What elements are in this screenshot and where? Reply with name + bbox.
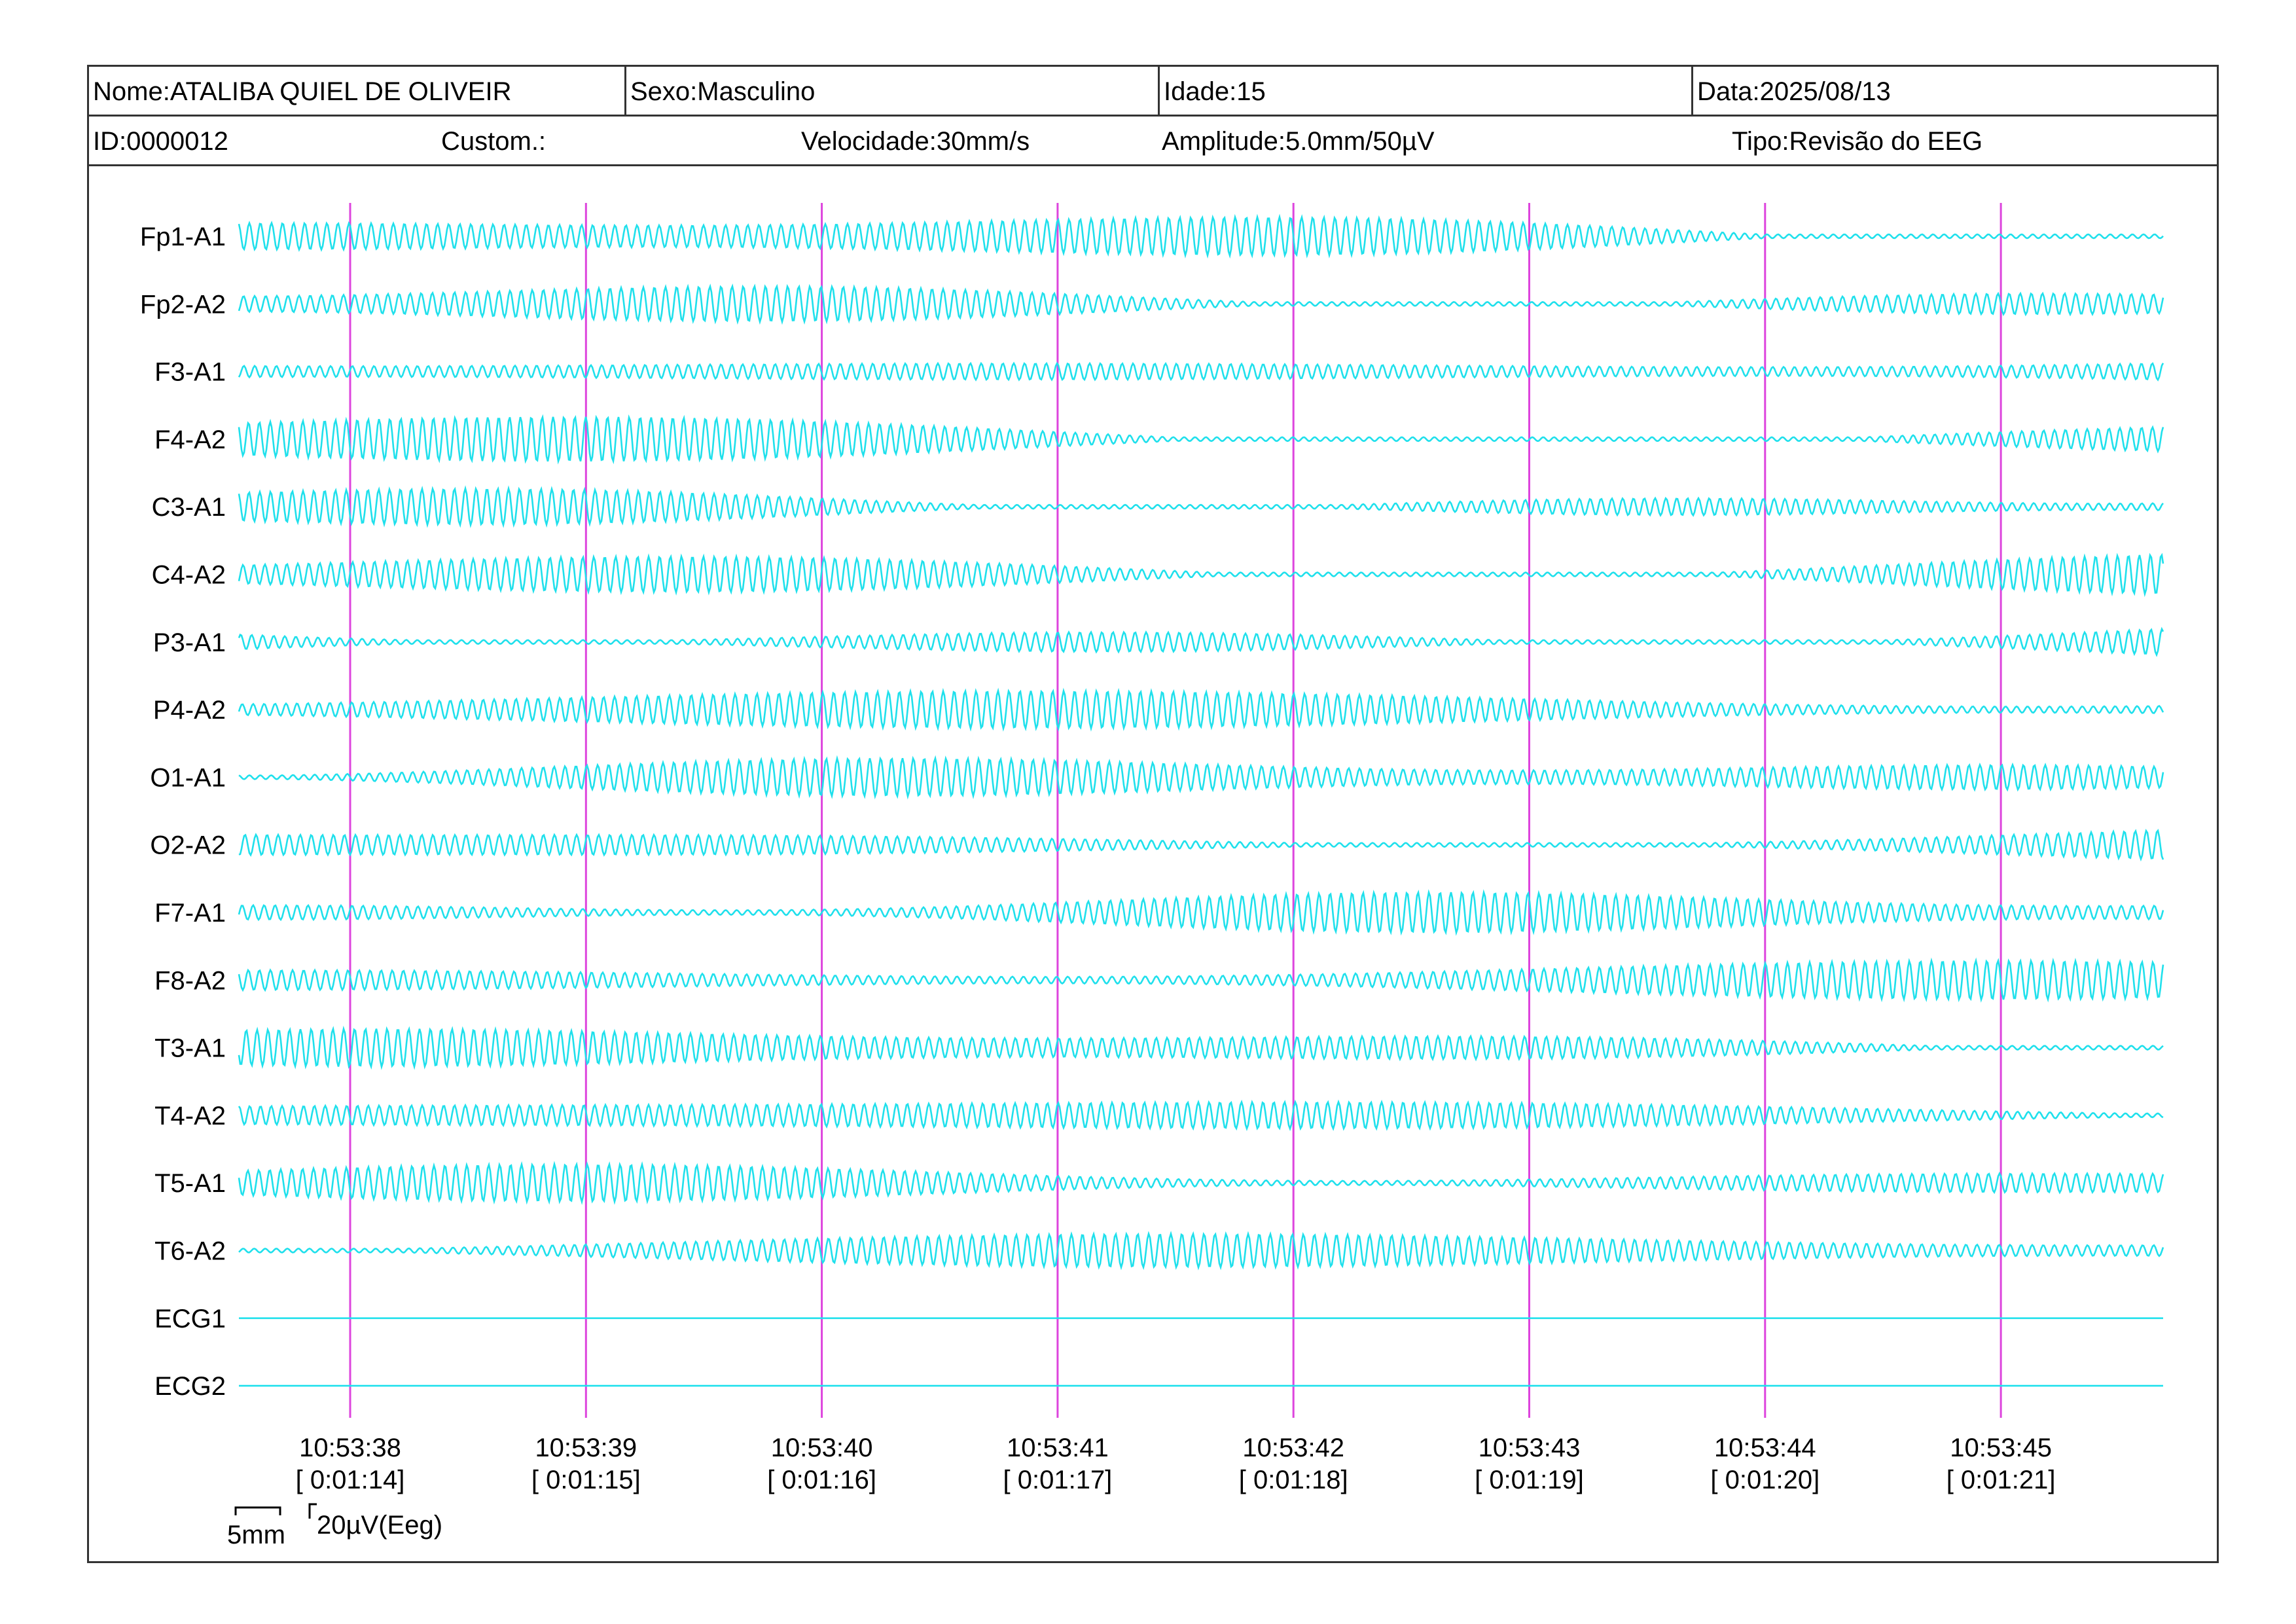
channel-label: F4-A2 — [154, 425, 226, 454]
scale-bar-amplitude — [308, 1503, 317, 1519]
channel-trace — [238, 626, 2164, 657]
scale-time-label: 5mm — [227, 1521, 285, 1549]
time-marker-clock: 10:53:38 — [299, 1434, 401, 1462]
scale-bar-time — [234, 1506, 281, 1515]
time-marker-elapsed: [ 0:01:20] — [1710, 1466, 1820, 1494]
channel-trace — [238, 1231, 2164, 1271]
channel-trace — [238, 889, 2164, 936]
time-marker-elapsed: [ 0:01:16] — [767, 1466, 876, 1494]
channel-label: F3-A1 — [154, 358, 226, 387]
channel-label: T4-A2 — [154, 1102, 226, 1130]
channel-trace — [238, 485, 2164, 528]
channel-label: T6-A2 — [154, 1237, 226, 1266]
time-marker-labels: 10:53:38 [ 0:01:14] 10:53:39 [ 0:01:15] 10:5… — [296, 1434, 2056, 1494]
channel-label: C3-A1 — [152, 493, 226, 522]
time-marker-clock: 10:53:42 — [1242, 1434, 1344, 1462]
time-marker-clock: 10:53:40 — [771, 1434, 873, 1462]
scale-bar: 5mm 20µV(Eeg) — [227, 1503, 442, 1549]
time-marker-clock: 10:53:39 — [535, 1434, 637, 1462]
channel-trace — [238, 361, 2164, 382]
channel-trace — [238, 1161, 2164, 1205]
time-marker-elapsed: [ 0:01:17] — [1003, 1466, 1113, 1494]
time-marker-lines — [349, 203, 2002, 1418]
time-marker-elapsed: [ 0:01:18] — [1239, 1466, 1348, 1494]
time-marker-clock: 10:53:43 — [1479, 1434, 1581, 1462]
channel-label: O1-A1 — [150, 763, 226, 792]
channel-labels: Fp1-A1 Fp2-A2 F3-A1 F4-A2 C3-A1 C4-A2 P3-A1 P4-… — [140, 223, 226, 1401]
channel-label: F7-A1 — [154, 899, 226, 928]
time-marker-elapsed: [ 0:01:19] — [1475, 1466, 1584, 1494]
channel-traces — [238, 213, 2164, 1387]
channel-label: F8-A2 — [154, 966, 226, 995]
channel-trace — [238, 414, 2164, 465]
channel-trace — [238, 552, 2164, 598]
channel-label: O2-A2 — [150, 831, 226, 860]
time-marker-elapsed: [ 0:01:15] — [531, 1466, 641, 1494]
time-marker-clock: 10:53:44 — [1714, 1434, 1816, 1462]
channel-trace — [238, 829, 2164, 862]
channel-label: P4-A2 — [153, 696, 226, 725]
channel-trace — [238, 687, 2164, 732]
time-marker-clock: 10:53:45 — [1950, 1434, 2052, 1462]
eeg-trace-plot: Fp1-A1 Fp2-A2 F3-A1 F4-A2 C3-A1 C4-A2 P3-A1 P4-… — [140, 203, 2164, 1549]
channel-label: C4-A2 — [152, 561, 226, 590]
channel-label: ECG1 — [154, 1305, 226, 1333]
channel-trace — [238, 283, 2164, 325]
channel-trace — [238, 1025, 2164, 1070]
time-marker-elapsed: [ 0:01:21] — [1946, 1466, 2056, 1494]
scale-amplitude-label: 20µV(Eeg) — [317, 1511, 442, 1540]
channel-trace — [238, 957, 2164, 1003]
channel-label: T3-A1 — [154, 1034, 226, 1063]
channel-label: P3-A1 — [153, 628, 226, 657]
channel-trace — [238, 213, 2164, 259]
channel-label: Fp2-A2 — [140, 290, 226, 319]
channel-label: ECG2 — [154, 1372, 226, 1401]
time-marker-clock: 10:53:41 — [1007, 1434, 1109, 1462]
channel-label: Fp1-A1 — [140, 223, 226, 251]
channel-trace — [238, 1099, 2164, 1132]
channel-trace — [238, 755, 2164, 800]
channel-label: T5-A1 — [154, 1169, 226, 1198]
time-marker-elapsed: [ 0:01:14] — [296, 1466, 405, 1494]
